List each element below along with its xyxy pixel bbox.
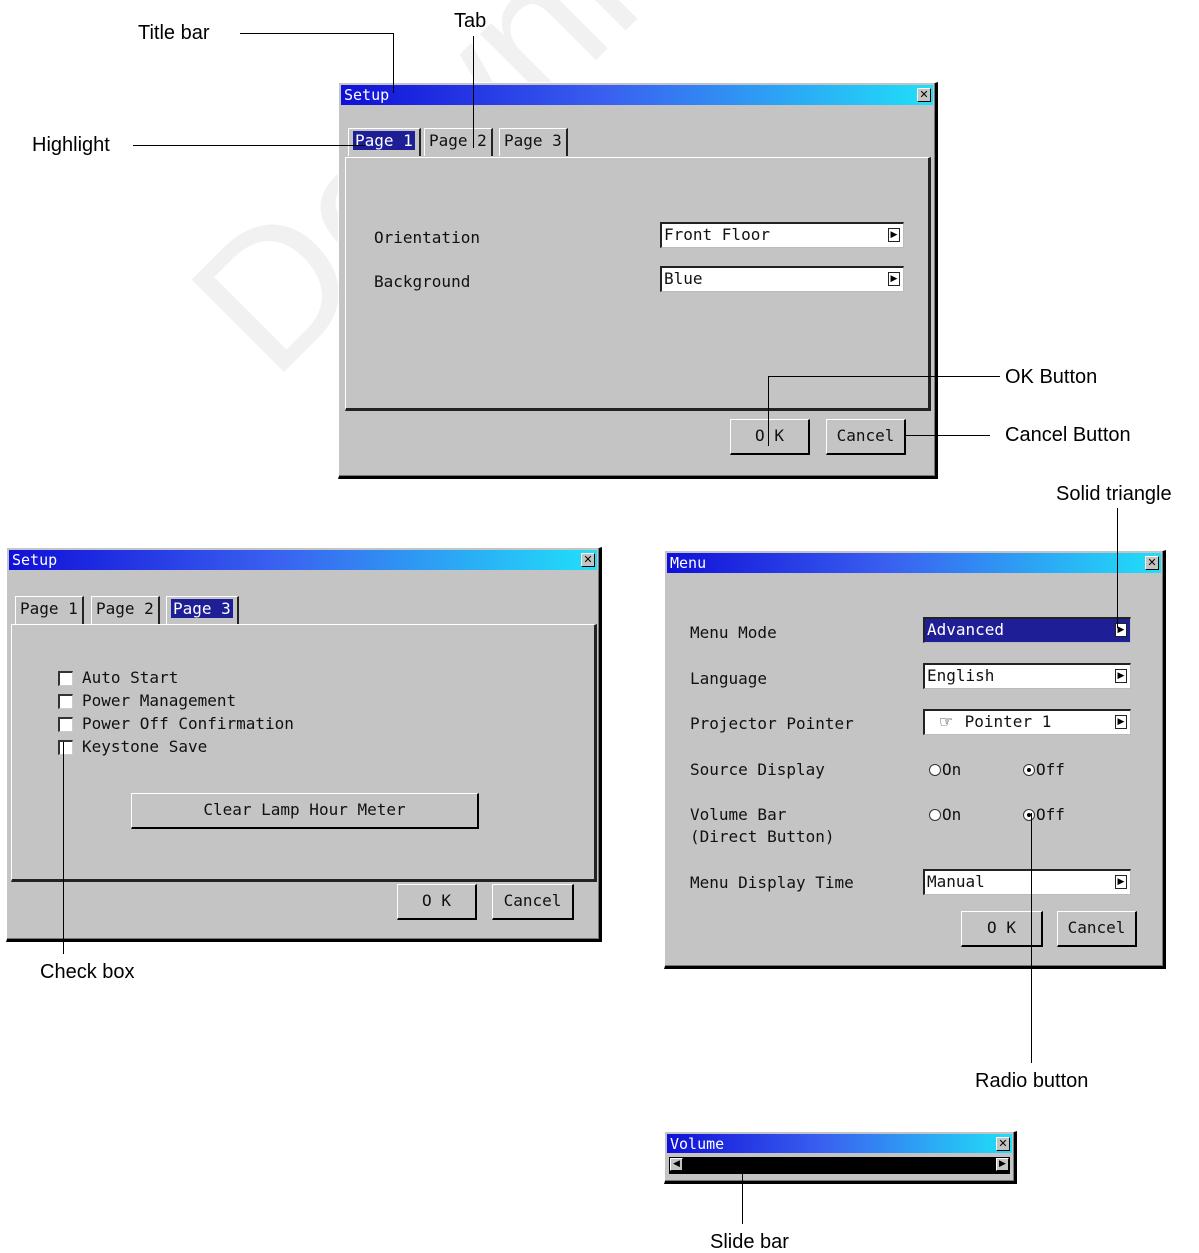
window-title: Volume (670, 1135, 725, 1153)
tab-page-1[interactable]: Page 1 (348, 128, 421, 156)
title-bar[interactable]: Menu ✕ (667, 553, 1161, 573)
cancel-button[interactable]: Cancel (1057, 911, 1137, 947)
projector-pointer-dropdown[interactable]: ☞ Pointer 1 ▶ (923, 709, 1131, 735)
slide-bar[interactable]: ◀ ▶ (669, 1157, 1010, 1174)
checkbox-power-management[interactable] (58, 694, 73, 709)
annotation-ok-button: OK Button (1005, 366, 1098, 388)
tab-page-3[interactable]: Page 3 (499, 128, 568, 156)
background-dropdown[interactable]: Blue ▶ (660, 266, 904, 292)
leader-line (1031, 813, 1032, 1063)
menu-window: Menu ✕ Menu Mode Advanced ▶ Language Eng… (664, 550, 1166, 969)
volume-bar-label: Volume Bar (690, 805, 787, 824)
dropdown-arrow-icon[interactable]: ▶ (888, 272, 900, 286)
power-management-label: Power Management (82, 691, 237, 710)
projector-pointer-label: Projector Pointer (690, 714, 854, 733)
volume-bar-sublabel: (Direct Button) (690, 827, 835, 846)
source-display-on-radio[interactable]: On (929, 760, 961, 780)
leader-line (393, 33, 394, 93)
checkbox-keystone-save[interactable] (58, 740, 73, 755)
checkbox-power-off-confirmation[interactable] (58, 717, 73, 732)
tab-page-2[interactable]: Page 2 (424, 128, 493, 156)
title-bar[interactable]: Setup ✕ (341, 85, 933, 105)
volume-bar-on-radio[interactable]: On (929, 805, 961, 825)
ok-button[interactable]: O K (397, 884, 477, 920)
radio-off-icon (929, 809, 941, 821)
background-label: Background (374, 272, 471, 291)
title-bar[interactable]: Setup ✕ (9, 550, 597, 570)
annotation-slide-bar: Slide bar (710, 1231, 789, 1253)
leader-line (240, 33, 394, 34)
clear-lamp-hour-meter-button[interactable]: Clear Lamp Hour Meter (131, 793, 479, 829)
annotation-title-bar: Title bar (138, 22, 210, 44)
radio-off-icon (929, 764, 941, 776)
tab-panel: Orientation Front Floor ▶ Background Blu… (345, 157, 931, 411)
tab-panel: Auto Start Power Management Power Off Co… (11, 624, 597, 882)
leader-line (1117, 508, 1118, 628)
close-icon[interactable]: ✕ (996, 1137, 1010, 1151)
leader-line (133, 145, 365, 146)
menu-display-time-label: Menu Display Time (690, 873, 854, 892)
leader-line (473, 36, 474, 148)
tab-page-2[interactable]: Page 2 (91, 596, 160, 624)
language-dropdown[interactable]: English ▶ (923, 663, 1131, 689)
annotation-solid-triangle: Solid triangle (1056, 483, 1172, 505)
leader-line (768, 376, 769, 446)
keystone-save-label: Keystone Save (82, 737, 208, 756)
source-display-label: Source Display (690, 760, 825, 779)
dropdown-arrow-icon[interactable]: ▶ (888, 228, 900, 242)
annotation-highlight: Highlight (32, 134, 110, 156)
volume-window: Volume ✕ ◀ ▶ (664, 1131, 1017, 1184)
radio-on-icon (1023, 809, 1035, 821)
tab-page-1[interactable]: Page 1 (15, 596, 84, 624)
leader-line (904, 435, 990, 436)
auto-start-label: Auto Start (82, 668, 179, 687)
ok-button[interactable]: O K (730, 419, 810, 455)
dropdown-arrow-icon[interactable]: ▶ (1115, 669, 1127, 683)
tab-page-3[interactable]: Page 3 (166, 596, 239, 624)
language-label: Language (690, 669, 768, 688)
annotation-cancel-button: Cancel Button (1005, 424, 1131, 446)
setup-page1-window: Setup ✕ Page 1 Page 2 Page 3 Orientation… (338, 82, 938, 479)
slider-left-arrow-icon[interactable]: ◀ (670, 1158, 683, 1171)
power-off-confirmation-label: Power Off Confirmation (82, 714, 294, 733)
slider-right-arrow-icon[interactable]: ▶ (996, 1158, 1009, 1171)
close-icon[interactable]: ✕ (1145, 556, 1159, 570)
close-icon[interactable]: ✕ (581, 553, 595, 567)
window-title: Setup (12, 551, 58, 569)
volume-bar-off-radio[interactable]: Off (1023, 805, 1065, 825)
orientation-label: Orientation (374, 228, 480, 247)
radio-on-icon (1023, 764, 1035, 776)
hand-pointer-icon: ☞ (938, 712, 954, 731)
orientation-dropdown[interactable]: Front Floor ▶ (660, 222, 904, 248)
setup-page3-window: Setup ✕ Page 1 Page 2 Page 3 Auto Start … (6, 547, 602, 942)
cancel-button[interactable]: Cancel (826, 419, 906, 455)
leader-line (742, 1174, 743, 1224)
annotation-radio-button: Radio button (975, 1070, 1089, 1092)
dropdown-arrow-icon[interactable]: ▶ (1115, 715, 1127, 729)
annotation-check-box: Check box (40, 961, 135, 983)
menu-mode-dropdown[interactable]: Advanced ▶ (923, 617, 1131, 643)
window-title: Menu (670, 554, 707, 572)
checkbox-auto-start[interactable] (58, 671, 73, 686)
window-title: Setup (344, 86, 390, 104)
close-icon[interactable]: ✕ (917, 88, 931, 102)
source-display-off-radio[interactable]: Off (1023, 760, 1065, 780)
leader-line (63, 742, 64, 954)
menu-display-time-dropdown[interactable]: Manual ▶ (923, 869, 1131, 895)
annotation-tab: Tab (454, 10, 487, 32)
dropdown-arrow-icon[interactable]: ▶ (1115, 875, 1127, 889)
leader-line (768, 376, 1000, 377)
menu-mode-label: Menu Mode (690, 623, 777, 642)
cancel-button[interactable]: Cancel (492, 884, 574, 920)
title-bar[interactable]: Volume ✕ (667, 1134, 1012, 1153)
